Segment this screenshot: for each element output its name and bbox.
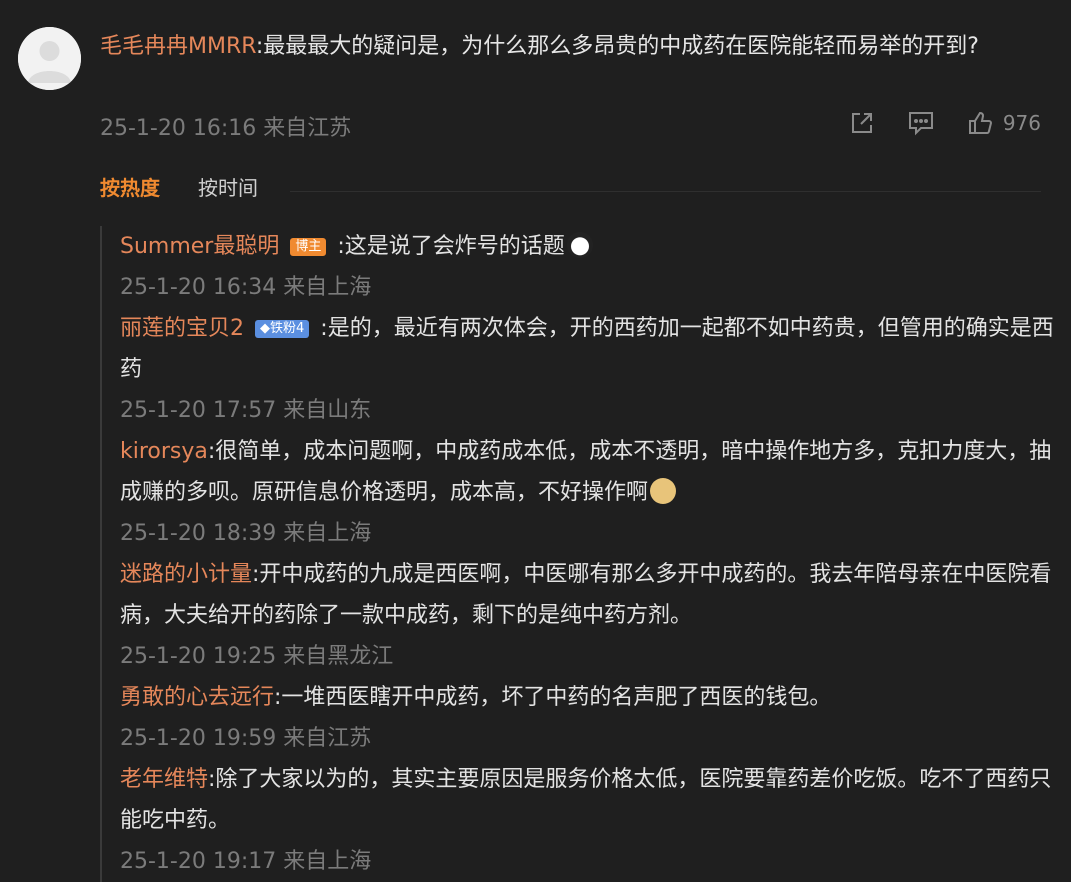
comment-text: :最最最大的疑问是，为什么那么多昂贵的中成药在医院能轻而易举的开到?: [255, 34, 979, 59]
share-button[interactable]: [849, 110, 875, 136]
divider: [290, 191, 1041, 192]
reply-author[interactable]: kirorsya: [120, 439, 208, 464]
reply-text: :这是说了会炸号的话题: [337, 234, 565, 259]
reply-time: 25-1-20 16:34: [120, 275, 277, 300]
comment-location: 来自江苏: [263, 116, 352, 141]
list-item: 老年维特:除了大家以为的，其实主要原因是服务价格太低，医院要靠药差价吃饭。吃不了…: [120, 759, 1060, 882]
comment-author[interactable]: 毛毛冉冉MMRR: [100, 34, 256, 59]
reply-location: 来自上海: [283, 275, 372, 300]
reply-author[interactable]: 老年维特: [120, 767, 208, 792]
reply-location: 来自江苏: [283, 726, 372, 751]
reply-location: 来自山东: [283, 398, 372, 423]
reply-button[interactable]: [907, 110, 935, 136]
fan-badge: ◆铁粉4: [255, 320, 310, 338]
reply-location: 来自上海: [283, 849, 372, 874]
comment-meta: 25-1-20 16:16 来自江苏: [100, 110, 351, 142]
list-item: 勇敢的心去远行:一堆西医瞎开中成药，坏了中药的名声肥了西医的钱包。 25-1-2…: [120, 677, 1060, 759]
reply-author[interactable]: 勇敢的心去远行: [120, 685, 274, 710]
reply-time: 25-1-20 19:17: [120, 849, 277, 874]
reply-text: :一堆西医瞎开中成药，坏了中药的名声肥了西医的钱包。: [274, 685, 832, 710]
reply-text: :除了大家以为的，其实主要原因是服务价格太低，医院要靠药差价吃饭。吃不了西药只能…: [120, 767, 1052, 833]
comment-time: 25-1-20 16:16: [100, 116, 257, 141]
avatar[interactable]: [18, 27, 81, 90]
sort-tabs: 按热度 按时间: [100, 172, 258, 201]
panda-icon: [566, 232, 593, 258]
reply-author[interactable]: 丽莲的宝贝2: [120, 316, 244, 341]
list-item: 迷路的小计量:开中成药的九成是西医啊，中医哪有那么多开中成药的。我去年陪母亲在中…: [120, 554, 1060, 677]
thumbs-up-icon: [968, 111, 992, 134]
tab-hot[interactable]: 按热度: [100, 172, 160, 201]
reply-text: :开中成药的九成是西医啊，中医哪有那么多开中成药的。我去年陪母亲在中医院看病，大…: [120, 562, 1052, 628]
reply-author[interactable]: 迷路的小计量: [120, 562, 252, 587]
like-button[interactable]: 976: [967, 110, 1041, 136]
reply-location: 来自黑龙江: [283, 644, 394, 669]
list-item: 丽莲的宝贝2 ◆铁粉4 :是的，最近有两次体会，开的西药加一起都不如中药贵，但管…: [120, 308, 1060, 431]
like-count: 976: [1002, 111, 1041, 135]
comment-actions: 976: [849, 110, 1041, 136]
status-badge: 博主: [290, 238, 327, 256]
reply-time: 25-1-20 18:39: [120, 521, 277, 546]
main-comment: 毛毛冉冉MMRR:最最最大的疑问是，为什么那么多昂贵的中成药在医院能轻而易举的开…: [100, 26, 1040, 67]
reply-text: :很简单，成本问题啊，中成药成本低，成本不透明，暗中操作地方多，克扣力度大，抽成…: [120, 439, 1052, 505]
share-icon: [851, 113, 872, 133]
reply-time: 25-1-20 17:57: [120, 398, 277, 423]
reply-time: 25-1-20 19:25: [120, 644, 277, 669]
tab-time[interactable]: 按时间: [198, 172, 258, 201]
list-item: Summer最聪明 博主 :这是说了会炸号的话题 25-1-20 16:34 来…: [120, 226, 1060, 308]
reply-author[interactable]: Summer最聪明: [120, 234, 279, 259]
doge-icon: [650, 478, 677, 504]
list-item: kirorsya:很简单，成本问题啊，中成药成本低，成本不透明，暗中操作地方多，…: [120, 431, 1060, 554]
reply-time: 25-1-20 19:59: [120, 726, 277, 751]
reply-list: Summer最聪明 博主 :这是说了会炸号的话题 25-1-20 16:34 来…: [100, 226, 1060, 882]
comment-icon: [908, 112, 933, 136]
reply-location: 来自上海: [283, 521, 372, 546]
